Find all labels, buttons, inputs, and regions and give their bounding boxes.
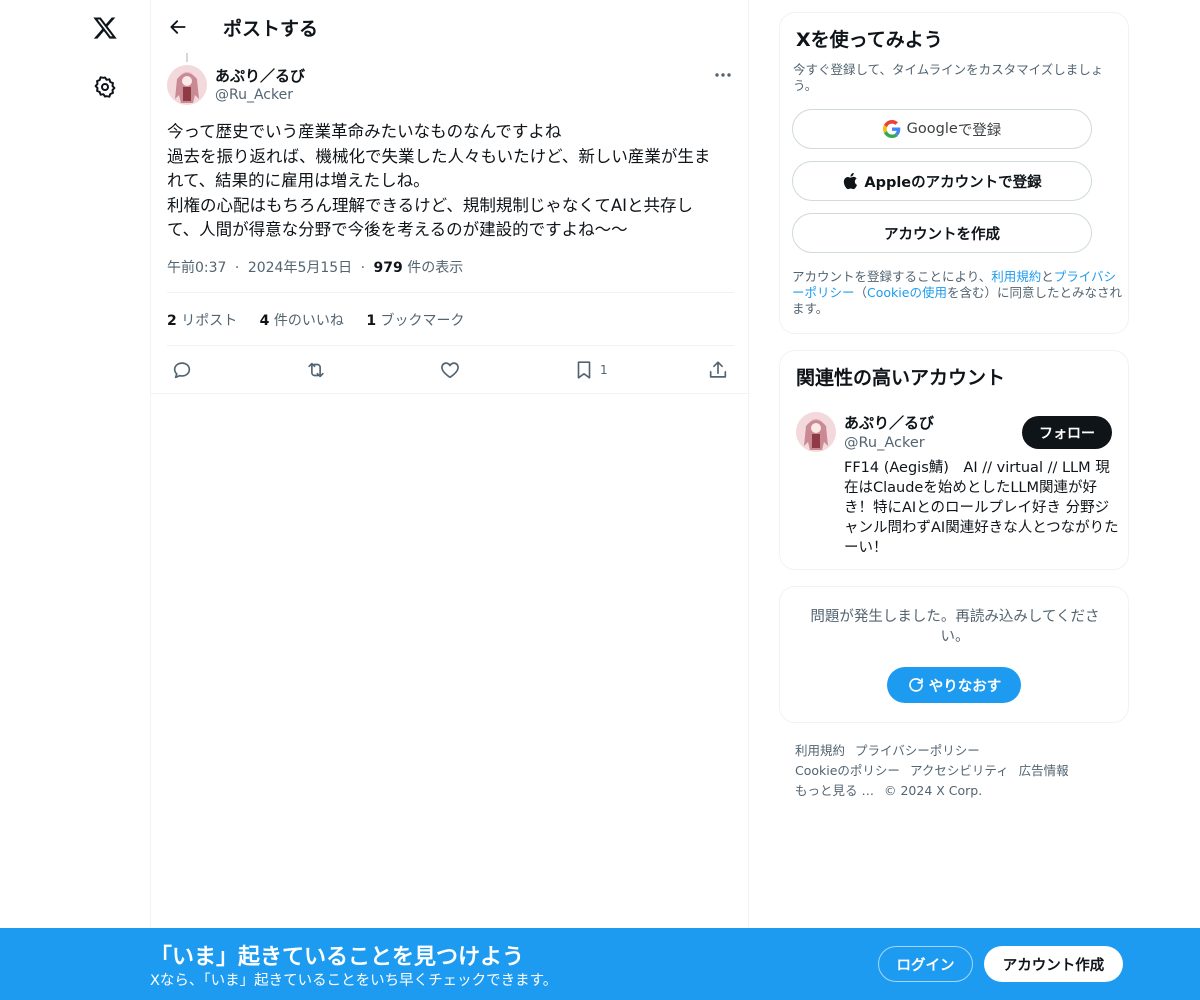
main-column: ポストする あぷり／るび @Ru_Acker 今って歴史でいう産業革命みたいなも…: [150, 0, 750, 928]
page-title: ポストする: [223, 18, 319, 40]
create-account-banner-button[interactable]: アカウント作成: [984, 946, 1123, 982]
error-message: 問題が発生しました。再読み込みしてください。: [810, 609, 1100, 645]
terms-link[interactable]: 利用規約: [991, 269, 1041, 284]
like-icon[interactable]: [439, 357, 461, 383]
more-icon[interactable]: [711, 64, 735, 86]
reposts-label: リポスト: [176, 313, 238, 329]
legal-and: と: [1041, 269, 1054, 284]
legal-mid: （: [854, 285, 868, 300]
reposts-count: 2: [167, 313, 177, 329]
likes-count: 4: [259, 313, 270, 329]
banner-subtitle: Xなら、「いま」起きていることをいち早くチェックできます。: [150, 973, 558, 989]
avatar[interactable]: [167, 65, 207, 105]
apple-signup-button[interactable]: Appleのアカウントで登録: [792, 161, 1092, 201]
likes-label: 件のいいね: [269, 313, 344, 329]
error-card: 問題が発生しました。再読み込みしてください。 やりなおす: [779, 586, 1129, 723]
related-account-name[interactable]: あぷり／るび: [844, 412, 934, 433]
post-text: 今って歴史でいう産業革命みたいなものなんですよね 過去を振り返れば、機械化で失業…: [167, 120, 735, 243]
footer-link-privacy[interactable]: プライバシーポリシー: [855, 743, 980, 758]
google-icon: [882, 120, 901, 138]
meta-separator: ·: [360, 260, 366, 276]
share-icon[interactable]: [707, 357, 729, 383]
post-text-line: れて、結果的に雇用は増えたしね。: [167, 171, 430, 190]
related-title: 関連性の高いアカウント: [796, 367, 1006, 389]
arrow-left-icon[interactable]: [165, 14, 191, 40]
divider: [167, 292, 734, 293]
signup-subtitle: 今すぐ登録して、タイムラインをカスタマイズしましょう。: [793, 62, 1104, 93]
cookie-link[interactable]: Cookieの使用: [867, 285, 947, 300]
post-text-line: 過去を振り返れば、機械化で失業した人々もいたけど、新しい産業が生ま: [167, 146, 711, 166]
gear-icon[interactable]: [91, 73, 119, 101]
apple-signup-label: Appleのアカウントで登録: [864, 174, 1042, 191]
bookmark-icon: [573, 359, 595, 381]
retry-label: やりなおす: [928, 678, 1002, 695]
likes-stat[interactable]: 4 件のいいね: [260, 313, 344, 329]
retry-button[interactable]: やりなおす: [887, 667, 1021, 703]
thread-line: [186, 53, 188, 62]
footer-link-terms[interactable]: 利用規約: [795, 743, 845, 758]
bookmark-count: 1: [600, 363, 608, 377]
bookmark-button[interactable]: 1: [573, 357, 608, 383]
views-label: 件の表示: [402, 260, 464, 276]
related-account-handle[interactable]: @Ru_Acker: [844, 435, 925, 451]
google-brand: Google: [906, 121, 958, 137]
bookmarks-stat[interactable]: 1 ブックマーク: [366, 313, 464, 329]
google-signup-button[interactable]: Google で登録: [792, 109, 1092, 149]
post-date[interactable]: 2024年5月15日: [248, 260, 352, 276]
related-account-bio: FF14 (Aegis鯖) AI // virtual // LLM 現在はCl…: [844, 460, 1119, 556]
avatar[interactable]: [796, 412, 836, 452]
repost-icon[interactable]: [304, 357, 328, 383]
post-meta: 午前0:37 · 2024年5月15日 · 979 件の表示: [167, 257, 463, 277]
footer-link-accessibility[interactable]: アクセシビリティ: [910, 763, 1009, 778]
login-button[interactable]: ログイン: [878, 946, 973, 982]
views-count: 979: [373, 260, 403, 276]
divider: [167, 345, 734, 346]
related-accounts-card: 関連性の高いアカウント あぷり／るび @Ru_Acker フォロー FF14 (…: [779, 350, 1129, 570]
bookmarks-label: ブックマーク: [376, 313, 465, 329]
refresh-icon: [907, 676, 925, 694]
divider: [151, 393, 750, 394]
footer-link-ads[interactable]: 広告情報: [1019, 763, 1069, 778]
signup-title: Xを使ってみよう: [796, 29, 943, 51]
post-text-line: 利権の心配はもちろん理解できるけど、規制規制じゃなくてAIと共存し: [167, 195, 694, 215]
post-actions: 1: [151, 355, 750, 385]
post-time[interactable]: 午前0:37: [167, 260, 226, 276]
signup-card: Xを使ってみよう 今すぐ登録して、タイムラインをカスタマイズしましょう。 Goo…: [779, 12, 1129, 334]
bookmarks-count: 1: [366, 313, 377, 329]
footer-links: 利用規約 プライバシーポリシー Cookieのポリシー アクセシビリティ 広告情報 も…: [795, 741, 1125, 801]
legal-notice: アカウントを登録することにより、利用規約とプライバシーポリシー（Cookieの使…: [792, 269, 1122, 317]
legal-prefix: アカウントを登録することにより、: [792, 269, 992, 284]
author-handle[interactable]: @Ru_Acker: [215, 87, 293, 103]
create-account-button[interactable]: アカウントを作成: [792, 213, 1092, 253]
footer-link-more[interactable]: もっと見る …: [795, 783, 874, 798]
post-stats: 2 リポスト 4 件のいいね 1 ブックマーク: [167, 310, 483, 330]
left-nav: [0, 0, 150, 1000]
footer-link-cookie[interactable]: Cookieのポリシー: [795, 763, 900, 778]
copyright: © 2024 X Corp.: [883, 783, 983, 798]
author-name[interactable]: あぷり／るび: [215, 65, 305, 86]
banner-title: 「いま」起きていることを見つけよう: [150, 945, 525, 970]
post-text-line: て、人間が得意な分野で今後を考えるのが建設的ですよね〜〜: [167, 220, 628, 239]
follow-button[interactable]: フォロー: [1022, 416, 1112, 449]
google-signup-label: で登録: [957, 122, 1002, 139]
reposts-stat[interactable]: 2 リポスト: [167, 313, 237, 329]
x-logo-icon[interactable]: [88, 11, 122, 45]
signup-banner: 「いま」起きていることを見つけよう Xなら、「いま」起きていることをいち早くチェ…: [0, 928, 1200, 1000]
reply-icon[interactable]: [171, 357, 193, 383]
post-text-line: 今って歴史でいう産業革命みたいなものなんですよね: [167, 122, 562, 141]
apple-icon: [842, 172, 858, 190]
meta-separator: ·: [234, 260, 240, 276]
page-header: ポストする: [151, 0, 750, 53]
